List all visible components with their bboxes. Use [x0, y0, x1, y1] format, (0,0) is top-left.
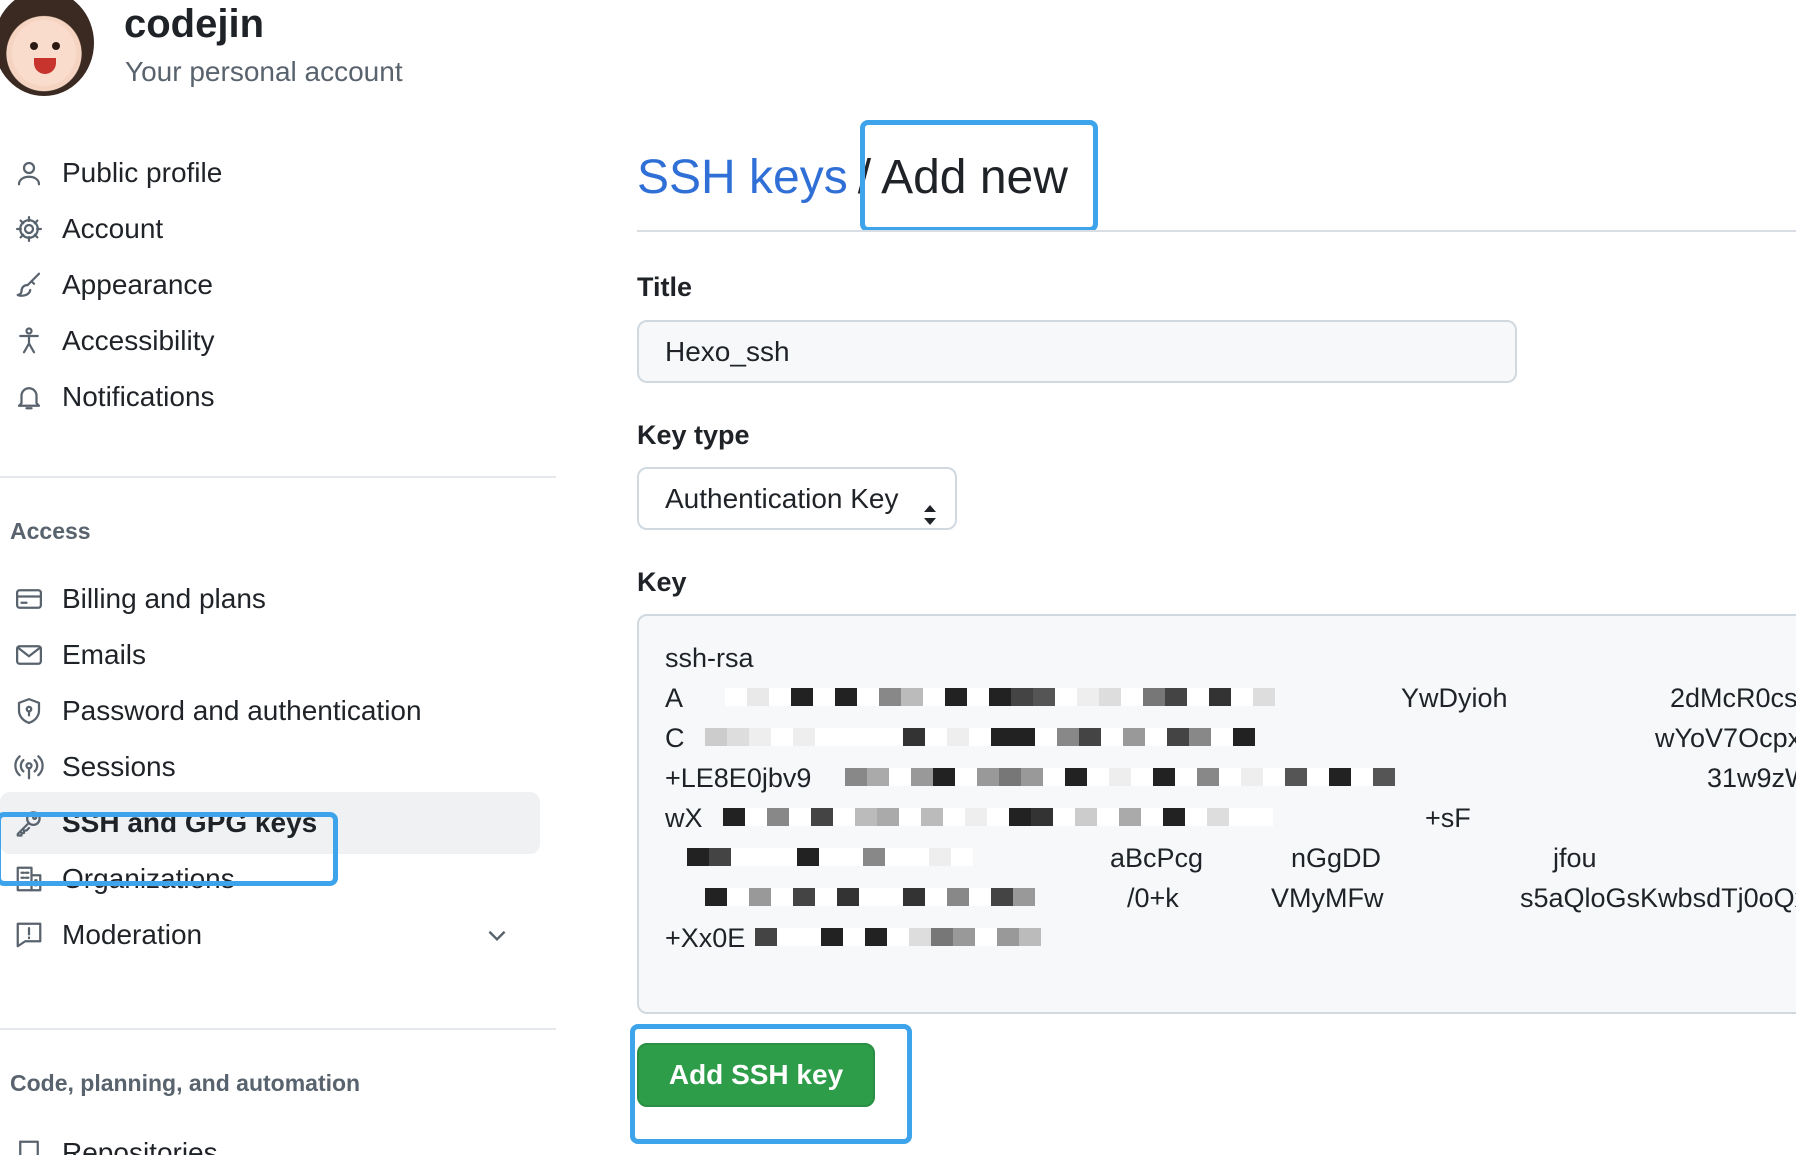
shield-icon	[12, 694, 46, 728]
key-fragment: jfou	[1553, 843, 1597, 873]
sidebar-item-label: Appearance	[62, 269, 214, 300]
sidebar-section-code: Code, planning, and automation	[10, 1070, 361, 1096]
sidebar-item-accessibility[interactable]: Accessibility	[0, 310, 540, 372]
sidebar-item-label: Emails	[62, 639, 147, 670]
key-line: +Xx0E	[665, 918, 1796, 958]
key-fragment: 31w9zW	[1707, 763, 1796, 793]
key-type-select[interactable]: Authentication Key	[637, 467, 957, 530]
accessibility-icon	[12, 324, 46, 358]
key-line: ssh-rsa	[665, 643, 754, 673]
avatar-eye	[52, 42, 60, 50]
key-fragment: /0+k	[1127, 883, 1179, 913]
credit-card-icon	[12, 582, 46, 616]
key-line: A YwDyioh 2dMcR0cs	[665, 678, 1796, 718]
account-name[interactable]: codejin	[124, 2, 264, 47]
broadcast-icon	[12, 750, 46, 784]
sidebar-item-password[interactable]: Password and authentication	[0, 680, 540, 742]
key-type-selected-value: Authentication Key	[665, 483, 899, 514]
sidebar-item-billing[interactable]: Billing and plans	[0, 568, 540, 630]
person-icon	[12, 156, 46, 190]
pixelated-redaction	[705, 728, 1255, 746]
pixelated-redaction	[723, 808, 1273, 826]
sidebar-item-label: Billing and plans	[62, 583, 266, 614]
sidebar-item-label: Repositories	[62, 1137, 218, 1155]
organization-icon	[12, 862, 46, 896]
key-type-label: Key type	[637, 420, 750, 450]
sidebar-item-label: Moderation	[62, 919, 203, 950]
sidebar-item-notifications[interactable]: Notifications	[0, 366, 540, 428]
sidebar-item-label: Notifications	[62, 381, 215, 412]
sidebar-divider	[0, 476, 556, 478]
key-textarea[interactable]: ssh-rsa A YwDyioh 2dMcR0cs C wYoV7OcpxY …	[637, 614, 1796, 1014]
sidebar-item-label: Password and authentication	[62, 695, 422, 726]
sidebar-item-label: Public profile	[62, 157, 223, 188]
sidebar-item-label: Accessibility	[62, 325, 215, 356]
avatar-eye	[30, 42, 38, 50]
repo-icon	[12, 1136, 46, 1155]
mail-icon	[12, 638, 46, 672]
pixelated-redaction	[687, 848, 973, 866]
pixelated-redaction	[845, 768, 1395, 786]
breadcrumb-separator: /	[857, 151, 872, 204]
sidebar-item-public-profile[interactable]: Public profile	[0, 142, 540, 204]
title-divider	[637, 230, 1796, 232]
key-fragment: nGgDD	[1291, 843, 1382, 873]
key-label: Key	[637, 567, 687, 597]
avatar[interactable]	[0, 0, 94, 96]
sidebar-item-organizations[interactable]: Organizations	[0, 848, 540, 910]
key-line: C wYoV7OcpxY	[665, 718, 1796, 758]
key-fragment: 2dMcR0cs	[1670, 683, 1796, 713]
sidebar-item-ssh-gpg-keys[interactable]: SSH and GPG keys	[0, 792, 540, 854]
sidebar-item-repositories[interactable]: Repositories	[0, 1122, 540, 1155]
sidebar-item-label: SSH and GPG keys	[62, 807, 318, 838]
sidebar-item-appearance[interactable]: Appearance	[0, 254, 540, 316]
pixelated-redaction	[725, 688, 1275, 706]
title-input[interactable]	[637, 320, 1517, 383]
report-icon	[12, 918, 46, 952]
key-fragment: s5aQloGsKwbsdTj0oQx	[1520, 883, 1796, 913]
sidebar-item-sessions[interactable]: Sessions	[0, 736, 540, 798]
bell-icon	[12, 380, 46, 414]
paintbrush-icon	[12, 268, 46, 302]
key-fragment: wYoV7OcpxY	[1655, 723, 1796, 753]
sidebar-section-access: Access	[10, 518, 91, 544]
title-label: Title	[637, 272, 693, 302]
page-title: Add new	[881, 151, 1068, 204]
key-fragment: +sF	[1425, 803, 1471, 833]
sidebar-item-account[interactable]: Account	[0, 198, 540, 260]
pixelated-redaction	[705, 888, 1035, 906]
avatar-face	[12, 20, 76, 86]
sidebar-item-emails[interactable]: Emails	[0, 624, 540, 686]
sidebar-item-moderation[interactable]: Moderation	[0, 904, 540, 966]
key-icon	[12, 806, 46, 840]
breadcrumb: SSH keys / Add new	[637, 150, 1068, 205]
sidebar-item-label: Sessions	[62, 751, 176, 782]
key-line: aBcPcg nGgDD jfou pF	[665, 838, 1796, 878]
select-arrows-icon	[921, 488, 939, 525]
sidebar-item-label: Account	[62, 213, 164, 244]
sidebar-divider	[0, 1028, 556, 1030]
chevron-down-icon[interactable]	[484, 922, 510, 948]
sidebar-item-label: Organizations	[62, 863, 235, 894]
gear-icon	[12, 212, 46, 246]
key-line: /0+k VMyMFw s5aQloGsKwbsdTj0oQx	[665, 878, 1796, 918]
account-subtitle: Your personal account	[125, 56, 403, 87]
breadcrumb-ssh-keys-link[interactable]: SSH keys	[637, 150, 848, 205]
key-fragment: VMyMFw	[1271, 883, 1384, 913]
pixelated-redaction	[755, 928, 1041, 946]
add-ssh-key-button[interactable]: Add SSH key	[637, 1043, 875, 1107]
key-line: wX +sF	[665, 798, 1796, 838]
key-line: +LE8E0jbv9 31w9zW	[665, 758, 1796, 798]
key-fragment: YwDyioh	[1401, 683, 1508, 713]
key-fragment: aBcPcg	[1110, 843, 1204, 873]
